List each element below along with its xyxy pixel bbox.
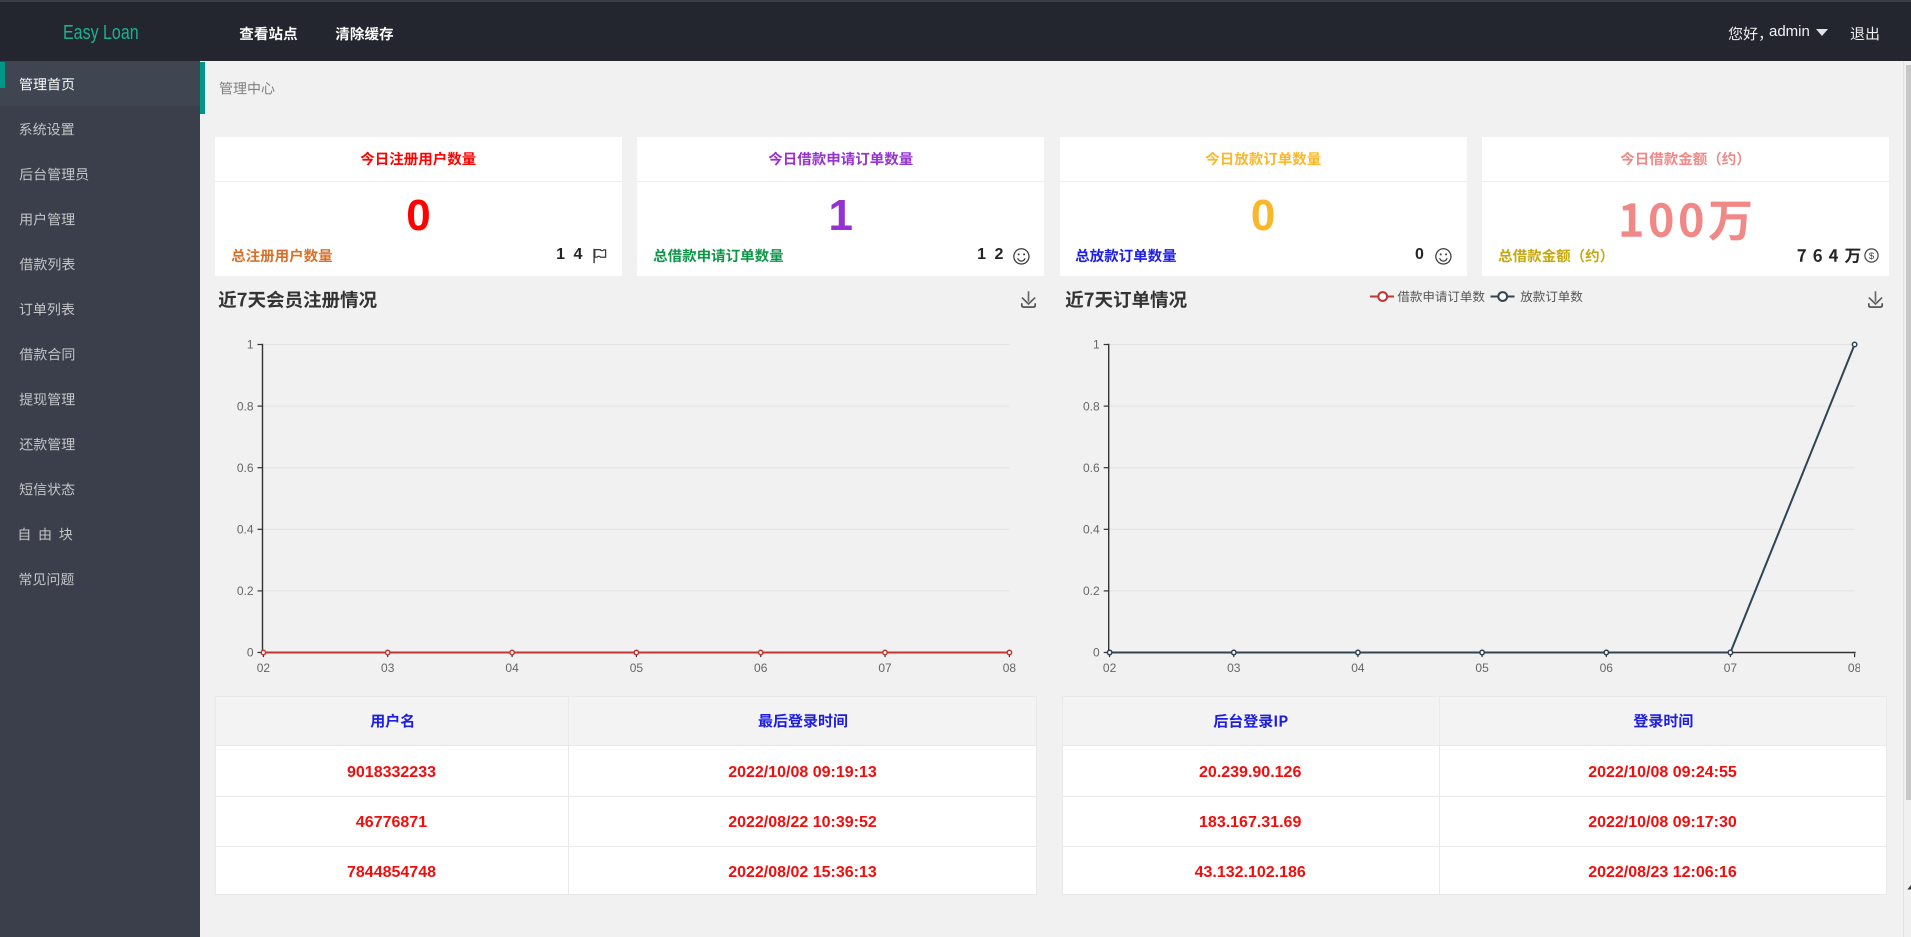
svg-text:08: 08 (1848, 661, 1860, 675)
svg-text:08: 08 (1003, 661, 1017, 675)
svg-text:05: 05 (1475, 661, 1489, 675)
svg-text:04: 04 (1351, 661, 1365, 675)
svg-text:0.8: 0.8 (1083, 399, 1100, 413)
svg-text:0.4: 0.4 (1083, 523, 1100, 537)
svg-text:02: 02 (257, 661, 271, 675)
svg-text:0: 0 (247, 646, 254, 660)
svg-text:0: 0 (1093, 646, 1100, 660)
svg-text:03: 03 (1227, 661, 1241, 675)
svg-text:0.6: 0.6 (237, 461, 254, 475)
svg-text:07: 07 (1724, 661, 1738, 675)
svg-text:1: 1 (247, 338, 254, 352)
svg-text:06: 06 (1600, 661, 1614, 675)
svg-text:02: 02 (1103, 661, 1117, 675)
svg-text:07: 07 (878, 661, 892, 675)
svg-text:0.4: 0.4 (237, 523, 254, 537)
svg-text:$: $ (1869, 251, 1875, 262)
svg-text:06: 06 (754, 661, 768, 675)
svg-text:0.2: 0.2 (1083, 584, 1100, 598)
svg-text:05: 05 (630, 661, 644, 675)
svg-text:04: 04 (505, 661, 519, 675)
svg-text:1: 1 (1093, 338, 1100, 352)
svg-text:0.6: 0.6 (1083, 461, 1100, 475)
svg-text:03: 03 (381, 661, 395, 675)
svg-text:0.2: 0.2 (237, 584, 254, 598)
svg-text:0.8: 0.8 (237, 399, 254, 413)
